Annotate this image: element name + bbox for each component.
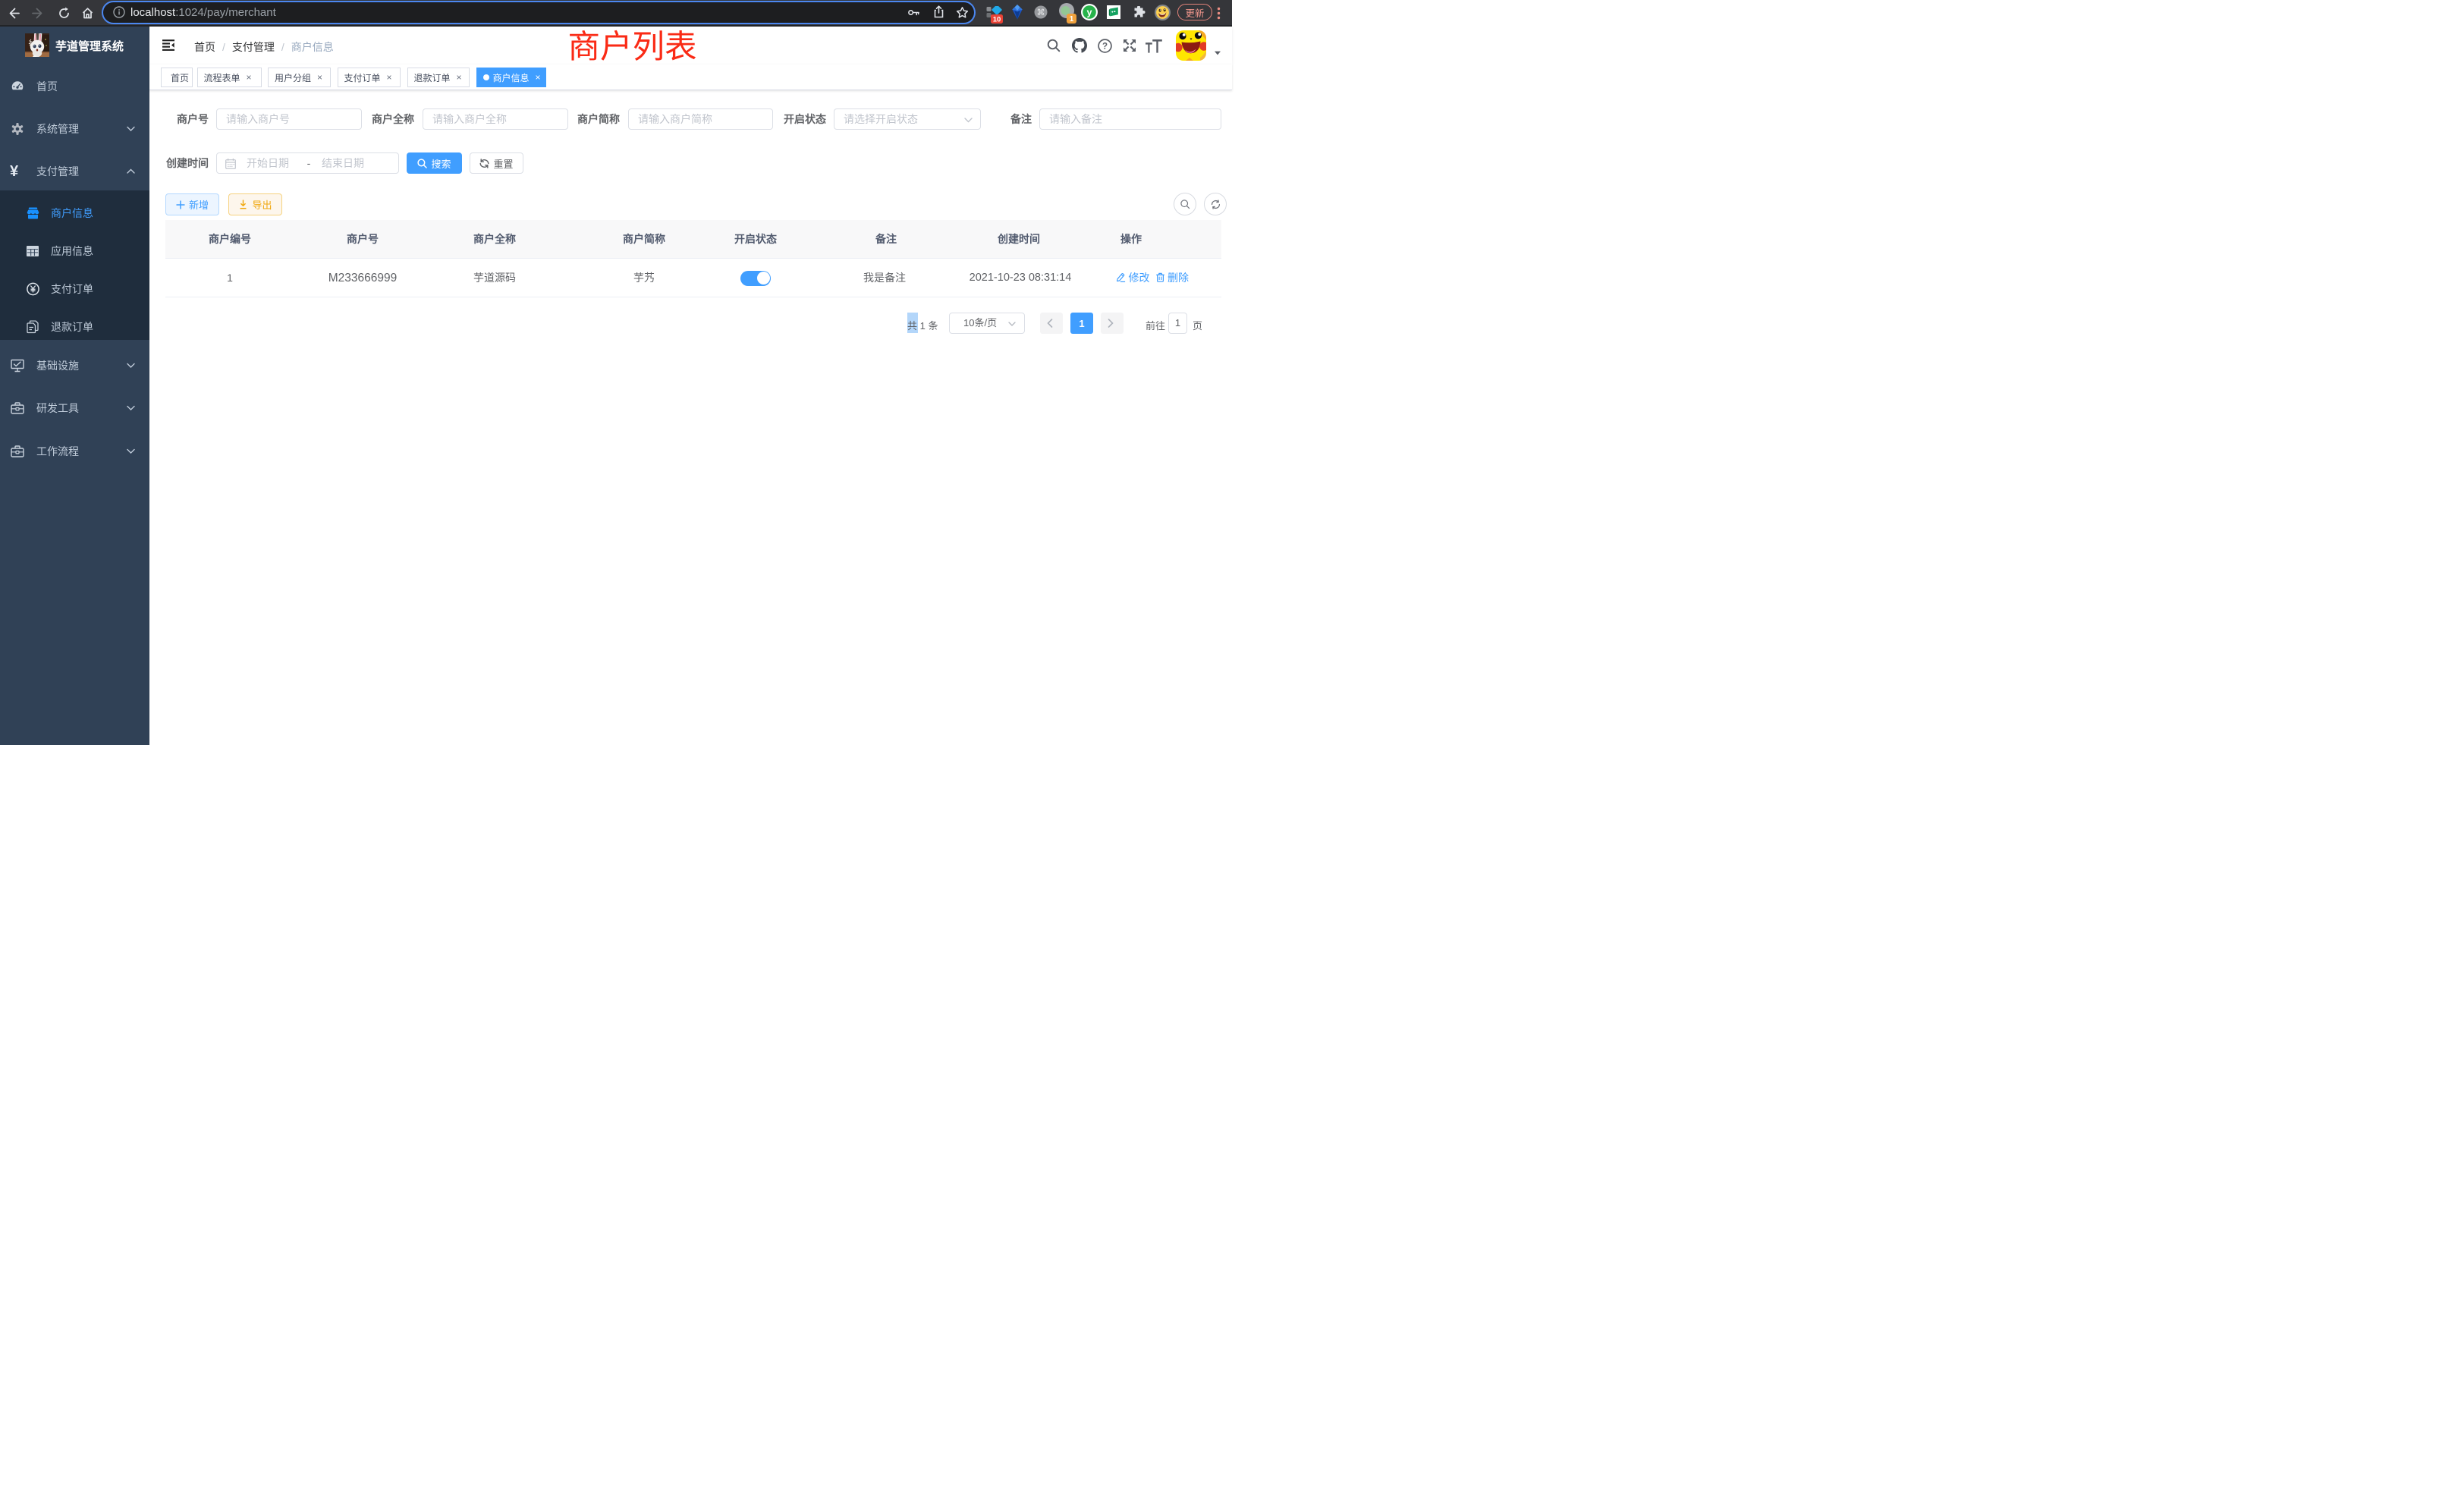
svg-text:1: 1 — [1070, 15, 1074, 24]
svg-text:⌘: ⌘ — [1037, 8, 1045, 17]
svg-text:y: y — [1087, 8, 1092, 18]
svg-text:?: ? — [1102, 42, 1108, 51]
svg-text:10: 10 — [993, 16, 1001, 24]
